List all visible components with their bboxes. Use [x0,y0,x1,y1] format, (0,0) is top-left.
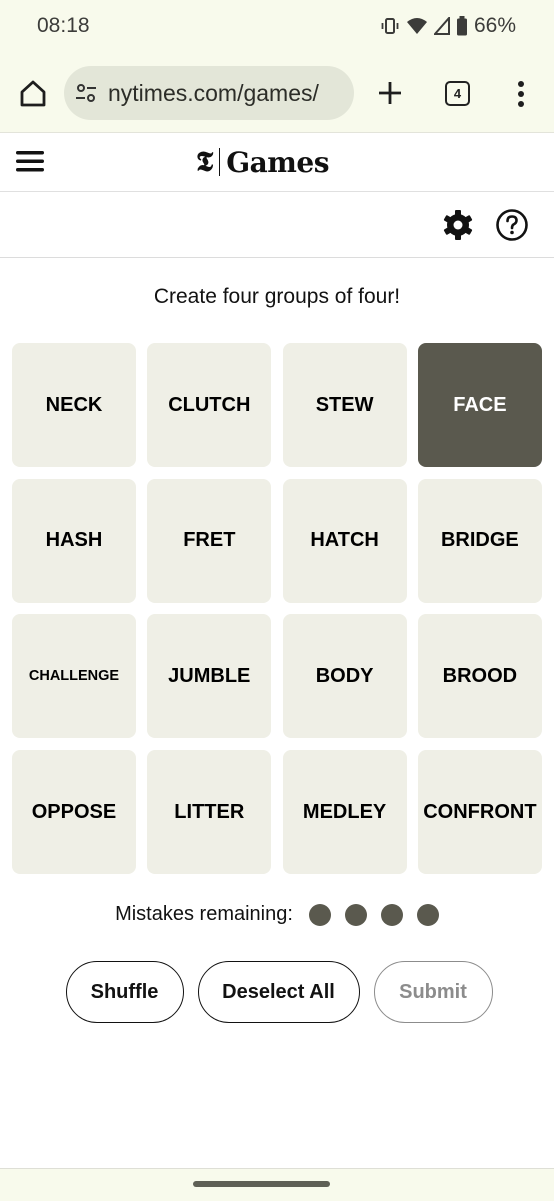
nyt-games-logo[interactable]: 𝕿 Games [196,145,329,179]
mistake-dot [380,903,403,926]
url-text[interactable]: nytimes.com/games/ [108,80,319,107]
help-icon[interactable] [495,208,529,242]
mistakes-label: Mistakes remaining: [115,903,293,925]
word-tile[interactable]: FACE [417,343,542,467]
word-tile[interactable]: STEW [282,343,407,467]
word-tile[interactable]: LITTER [147,750,272,875]
word-grid: NECK CLUTCH STEW FACE HASH FRET HATCH BRIDGE CHA… [12,343,543,875]
gesture-handle[interactable] [193,1181,330,1187]
system-nav-bar [0,1168,554,1201]
word-tile[interactable]: FRET [147,478,272,603]
word-tile[interactable]: BRIDGE [417,478,542,603]
shuffle-button[interactable]: Shuffle [65,961,184,1023]
mistake-dot [344,903,367,926]
wifi-icon [406,18,427,34]
gear-icon[interactable] [441,208,475,242]
action-buttons: Shuffle Deselect All Submit [0,961,554,1023]
word-tile[interactable]: CHALLENGE [12,614,136,739]
logo-divider [219,148,221,176]
game-instructions: Create four groups of four! [153,285,401,308]
deselect-all-button[interactable]: Deselect All [197,961,360,1023]
site-settings-icon[interactable] [74,81,98,105]
address-bar[interactable]: nytimes.com/games/ [64,66,354,120]
word-tile[interactable]: NECK [12,343,136,467]
vibrate-icon [381,18,399,34]
status-bar: 08:18 66% [0,0,554,56]
submit-button[interactable]: Submit [373,961,493,1023]
word-tile[interactable]: JUMBLE [147,614,272,739]
mistake-dot [416,903,439,926]
mistake-dots [308,903,439,926]
logo-text: Games [226,145,329,179]
signal-icon [433,17,450,35]
battery-icon [456,16,467,36]
word-tile[interactable]: HATCH [282,478,407,603]
browser-toolbar: nytimes.com/games/ 4 [0,56,554,133]
word-tile[interactable]: CLUTCH [147,343,272,467]
word-tile[interactable]: BROOD [417,614,542,739]
status-icons: 66% [380,14,516,38]
home-icon[interactable] [18,78,48,108]
word-tile[interactable]: BODY [282,614,407,739]
more-menu-icon[interactable] [514,80,528,108]
word-tile[interactable]: CONFRONT [417,750,542,875]
game-toolbar [0,192,554,258]
nyt-t-logo-icon: 𝕿 [196,145,214,178]
mistakes-remaining: Mistakes remaining: [0,903,554,926]
word-tile[interactable]: MEDLEY [282,750,407,875]
site-header: 𝕿 Games [0,133,554,192]
word-tile[interactable]: HASH [12,478,136,603]
battery-level: 66% [473,14,516,37]
mistake-dot [308,903,331,926]
hamburger-menu-icon[interactable] [16,149,44,173]
word-tile[interactable]: OPPOSE [12,750,136,875]
tab-switcher-button[interactable]: 4 [445,81,470,106]
new-tab-icon[interactable] [377,78,403,108]
clock: 08:18 [37,14,90,37]
